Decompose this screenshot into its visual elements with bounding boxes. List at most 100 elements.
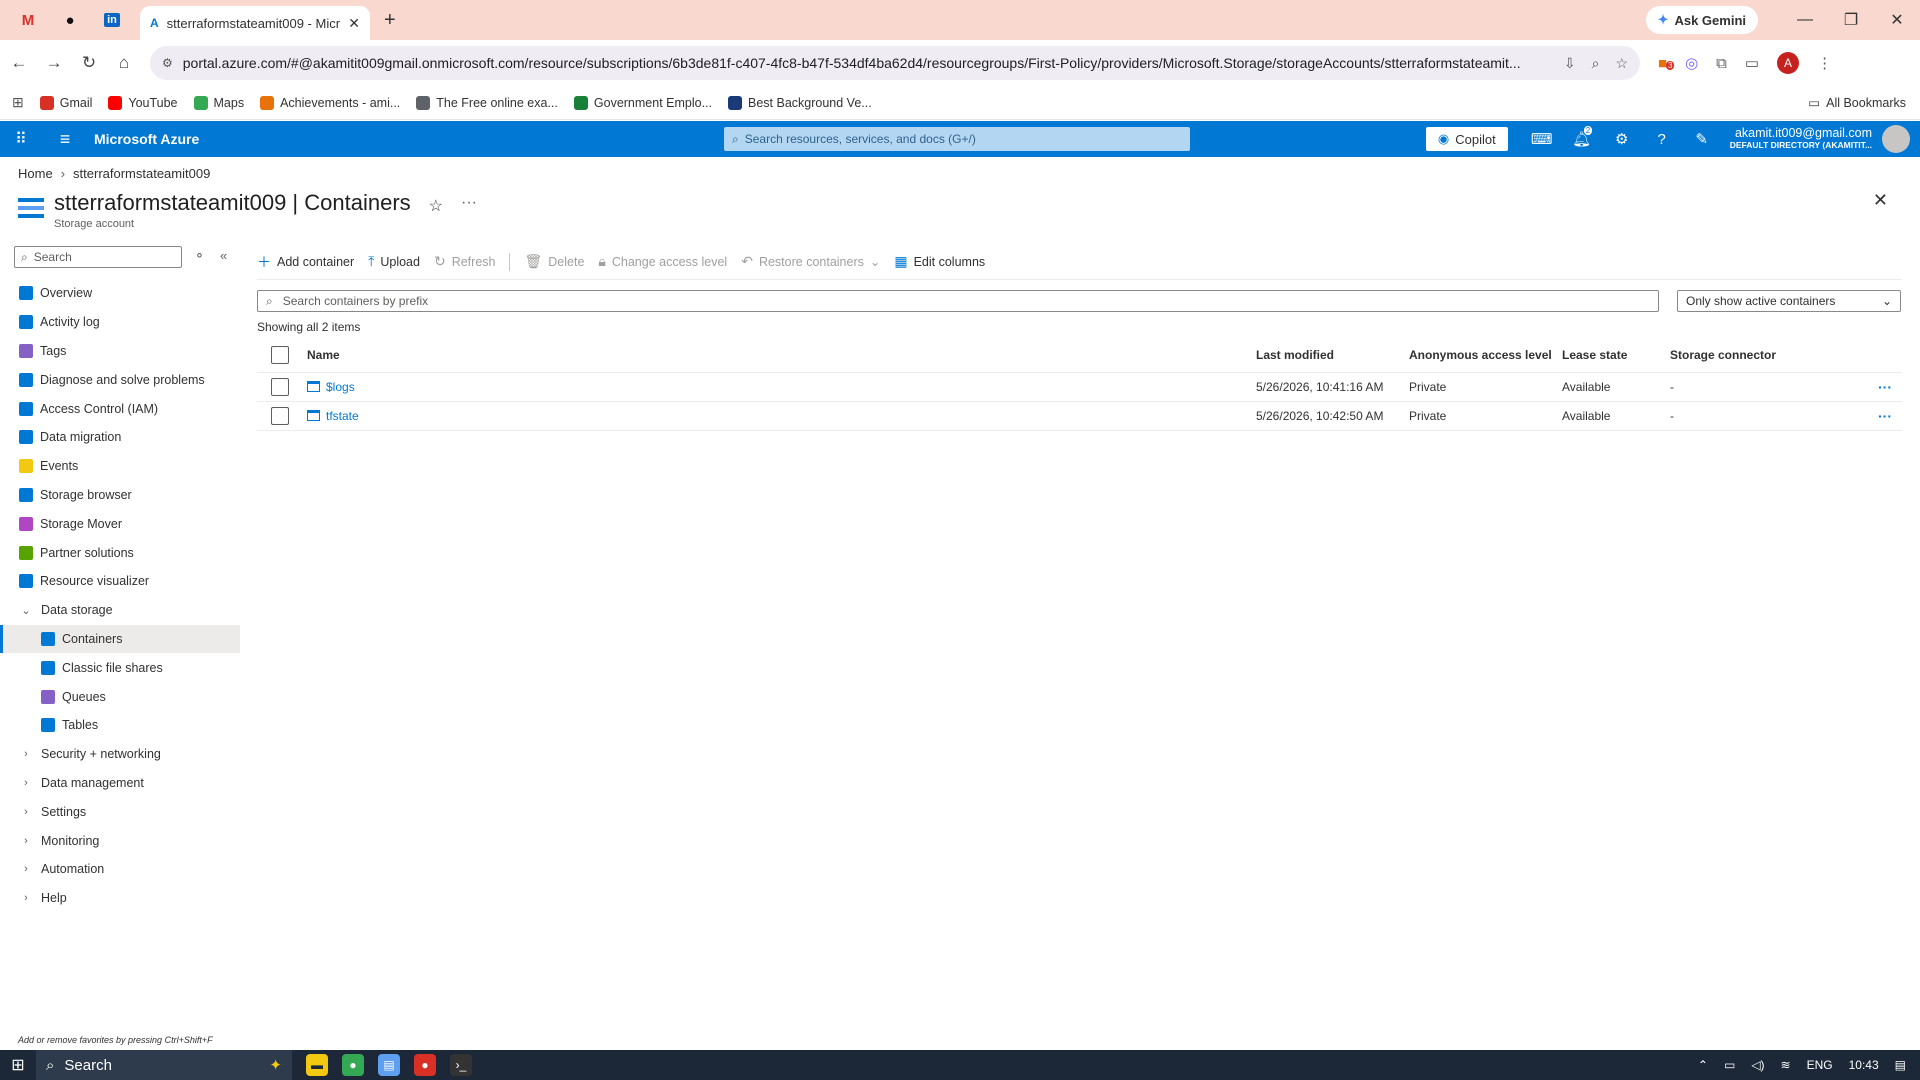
menu-item-overview[interactable]: Overview (0, 279, 240, 308)
minimize-button[interactable]: — (1782, 11, 1828, 29)
side-panel-icon[interactable]: ▭ (1745, 54, 1759, 72)
menu-item-classic-file-shares[interactable]: Classic file shares (0, 653, 240, 682)
azure-brand[interactable]: Microsoft Azure (94, 131, 724, 147)
global-search-input[interactable]: ⌕ Search resources, services, and docs (… (724, 127, 1190, 151)
row-more-actions-icon[interactable]: ··· (1862, 372, 1902, 402)
table-row[interactable]: $logs 5/26/2026, 10:41:16 AM Private Availa… (257, 372, 1902, 402)
container-link[interactable]: tfstate (307, 409, 1256, 423)
restore-containers-button[interactable]: ↶ Restore containers ⌄ (741, 253, 880, 270)
menu-item-tags[interactable]: Tags (0, 337, 240, 366)
edit-columns-button[interactable]: ▦ Edit columns (894, 253, 985, 270)
menu-group-help[interactable]: › Help (0, 884, 240, 913)
container-link[interactable]: $logs (307, 380, 1256, 394)
more-options-icon[interactable]: ··· (461, 194, 477, 212)
hamburger-menu-icon[interactable]: ≡ (42, 129, 88, 150)
bookmark-item[interactable]: Achievements - ami... (260, 95, 400, 110)
user-account[interactable]: akamit.it009@gmail.com DEFAULT DIRECTORY… (1730, 127, 1872, 151)
close-blade-icon[interactable]: ✕ (1873, 190, 1888, 211)
menu-item-partner-solutions[interactable]: Partner solutions (0, 538, 240, 567)
menu-group-data-management[interactable]: › Data management (0, 769, 240, 798)
notifications-icon[interactable]: 🔔︎ 2 (1562, 126, 1602, 148)
active-tab[interactable]: A stterraformstateamit009 - Micro ✕ (140, 6, 370, 40)
row-checkbox[interactable] (271, 377, 289, 396)
menu-settings-icon[interactable]: ⚬ (194, 248, 205, 264)
zoom-icon[interactable]: ⌕ (1592, 55, 1600, 72)
cloud-shell-icon[interactable]: ⌨ (1522, 130, 1562, 148)
breadcrumb-storage-account[interactable]: stterraformstateamit009 (73, 166, 210, 181)
waffle-menu-icon[interactable]: ⠿ (0, 129, 42, 149)
menu-item-resource-visualizer[interactable]: Resource visualizer (0, 567, 240, 596)
menu-group-data-storage[interactable]: ⌄ Data storage (0, 596, 240, 625)
back-icon[interactable]: ← (3, 53, 35, 73)
chrome-active-icon[interactable]: ● (414, 1054, 436, 1076)
delete-button[interactable]: 🗑︎ Delete (524, 253, 584, 270)
bookmark-item[interactable]: Best Background Ve... (728, 95, 872, 110)
column-access-level[interactable]: Anonymous access level (1409, 338, 1562, 373)
chrome-icon[interactable]: ● (342, 1054, 364, 1076)
copilot-button[interactable]: ◉ Copilot (1425, 127, 1508, 151)
bookmark-item[interactable]: The Free online exa... (416, 95, 558, 110)
menu-search-input[interactable]: ⌕ Search (14, 246, 182, 268)
site-info-icon[interactable]: ⚙ (162, 56, 173, 70)
home-icon[interactable]: ⌂ (108, 53, 140, 73)
address-bar[interactable]: ⚙ portal.azure.com/#@akamitit009gmail.on… (150, 46, 1640, 80)
bookmark-star-icon[interactable]: ☆ (1615, 55, 1628, 72)
bookmark-item[interactable]: Gmail (39, 95, 92, 110)
settings-gear-icon[interactable]: ⚙ (1602, 130, 1642, 148)
change-access-level-button[interactable]: 🔒︎ Change access level (598, 253, 727, 270)
menu-item-data-migration[interactable]: Data migration (0, 423, 240, 452)
favorite-star-icon[interactable]: ☆ (429, 196, 443, 216)
chevron-up-icon[interactable]: ⌃ (1698, 1058, 1708, 1072)
column-lease-state[interactable]: Lease state (1562, 338, 1670, 373)
notepad-icon[interactable]: ▤ (378, 1054, 400, 1076)
prefix-search-input[interactable]: ⌕ Search containers by prefix (257, 290, 1659, 312)
menu-item-access-control-iam-[interactable]: Access Control (IAM) (0, 394, 240, 423)
column-storage-connector[interactable]: Storage connector (1670, 338, 1862, 373)
menu-group-monitoring[interactable]: › Monitoring (0, 826, 240, 855)
bookmark-item[interactable]: Maps (193, 95, 244, 110)
menu-item-storage-browser[interactable]: Storage browser (0, 481, 240, 510)
column-name[interactable]: Name (307, 338, 1256, 373)
user-avatar[interactable] (1882, 125, 1910, 153)
select-all-checkbox[interactable] (271, 345, 289, 364)
menu-item-tables[interactable]: Tables (0, 711, 240, 740)
url-text[interactable]: portal.azure.com/#@akamitit009gmail.onmi… (183, 55, 1554, 71)
extension-icon[interactable]: ◎ (1685, 54, 1698, 72)
menu-item-activity-log[interactable]: Activity log (0, 308, 240, 337)
tab-close-icon[interactable]: ✕ (348, 15, 360, 32)
add-container-button[interactable]: ＋ Add container (257, 252, 354, 272)
puzzle-extensions-icon[interactable]: ⧉ (1716, 55, 1727, 72)
bookmark-item[interactable]: Government Emplo... (573, 95, 712, 110)
menu-item-events[interactable]: Events (0, 452, 240, 481)
install-app-icon[interactable]: ⇩ (1564, 55, 1576, 72)
container-filter-dropdown[interactable]: Only show active containers ⌄ (1677, 290, 1901, 312)
row-checkbox[interactable] (271, 406, 289, 425)
battery-icon[interactable]: ▭ (1724, 1058, 1735, 1072)
chrome-menu-icon[interactable]: ⋮ (1817, 54, 1832, 72)
menu-item-containers[interactable]: Containers (0, 624, 240, 654)
linkedin-pinned-tab[interactable]: in (98, 6, 126, 34)
menu-item-diagnose-and-solve-problems[interactable]: Diagnose and solve problems (0, 365, 240, 394)
row-more-actions-icon[interactable]: ··· (1862, 401, 1902, 431)
menu-item-storage-mover[interactable]: Storage Mover (0, 509, 240, 538)
reload-icon[interactable]: ↻ (73, 53, 105, 73)
menu-group-settings[interactable]: › Settings (0, 797, 240, 826)
upload-button[interactable]: ⤒ Upload (368, 253, 420, 270)
profile-avatar[interactable]: A (1777, 52, 1800, 74)
taskbar-search[interactable]: ⌕ Search ✦ (36, 1050, 292, 1080)
language-indicator[interactable]: ENG (1807, 1058, 1833, 1072)
menu-group-automation[interactable]: › Automation (0, 855, 240, 884)
menu-group-security-networking[interactable]: › Security + networking (0, 740, 240, 769)
apps-grid-icon[interactable]: ⊞ (12, 94, 24, 111)
feedback-icon[interactable]: ✎ (1682, 130, 1722, 148)
refresh-button[interactable]: ↻ Refresh (434, 253, 496, 270)
all-bookmarks-button[interactable]: ▭ All Bookmarks (1808, 95, 1906, 111)
breadcrumb-home[interactable]: Home (18, 166, 53, 181)
close-window-button[interactable]: ✕ (1874, 10, 1920, 30)
collapse-menu-icon[interactable]: « (220, 248, 227, 263)
restore-button[interactable]: ❐ (1828, 10, 1874, 30)
github-pinned-tab[interactable]: ● (56, 6, 84, 34)
new-tab-button[interactable]: + (384, 9, 396, 32)
forward-icon[interactable]: → (38, 53, 70, 73)
table-row[interactable]: tfstate 5/26/2026, 10:42:50 AM Private Avai… (257, 401, 1902, 431)
